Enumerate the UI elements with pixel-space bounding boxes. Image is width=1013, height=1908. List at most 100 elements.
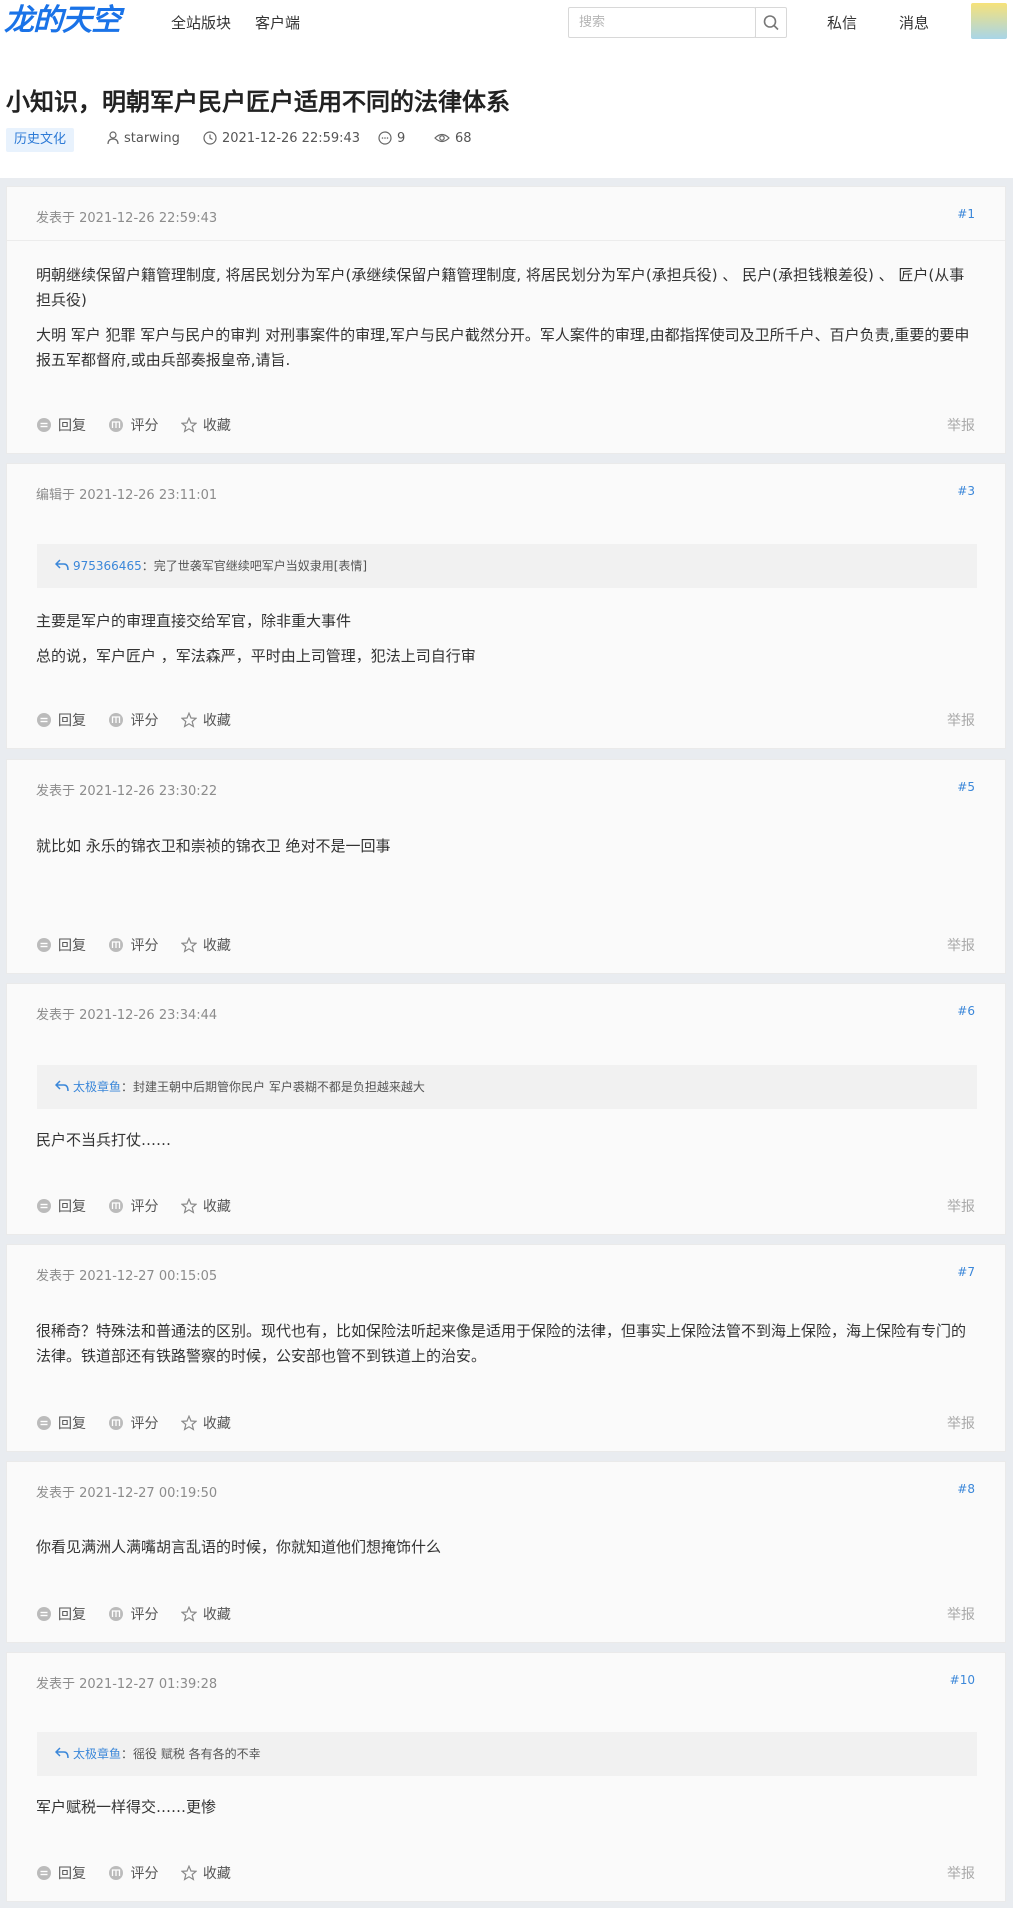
search-box	[568, 7, 757, 38]
rate-label: 评分	[130, 938, 159, 954]
post-floor[interactable]: #8	[957, 1482, 975, 1496]
post-floor[interactable]: #6	[957, 1004, 975, 1018]
favorite-label: 收藏	[202, 1866, 231, 1882]
rate-button[interactable]: 评分	[108, 415, 158, 435]
quote-block: 975366465：完了世袭军官继续吧军户当奴隶用[表情]	[37, 544, 977, 588]
reply-button[interactable]: 回复	[36, 415, 86, 435]
favorite-label: 收藏	[202, 1416, 231, 1432]
post-paragraph: 主要是军户的审理直接交给军官，除非重大事件	[36, 612, 352, 630]
category-tag[interactable]: 历史文化	[6, 128, 75, 152]
favorite-button[interactable]: 收藏	[180, 1863, 231, 1883]
post-actions: 回复 评分 收藏	[36, 1604, 249, 1624]
star-icon	[180, 1864, 198, 1881]
reply-icon	[37, 1199, 51, 1213]
rate-icon	[109, 1866, 124, 1880]
post-date: 发表于 2021-12-26 23:30:22	[36, 784, 218, 799]
post-floor[interactable]: #5	[957, 780, 975, 794]
post-floor[interactable]: #3	[957, 484, 975, 498]
eye-icon	[434, 133, 450, 143]
star-icon	[180, 1414, 198, 1431]
report-button[interactable]: 举报	[947, 1863, 975, 1883]
post-date: 发表于 2021-12-26 22:59:43	[36, 211, 218, 226]
user-icon	[107, 131, 119, 145]
star-icon	[180, 416, 198, 433]
search-icon	[763, 15, 779, 31]
quote-user[interactable]: 975366465	[73, 559, 142, 573]
reply-arrow-icon	[54, 1747, 69, 1759]
reply-button[interactable]: 回复	[36, 1604, 86, 1624]
post-body: 军户赋税一样得交……更惨	[36, 1795, 971, 1830]
site-logo[interactable]: 龙的天空	[4, 2, 121, 40]
rate-button[interactable]: 评分	[108, 935, 158, 955]
star-icon	[180, 936, 198, 953]
reply-arrow-icon	[54, 1080, 69, 1092]
page-title: 小知识，明朝军户民户匠户适用不同的法律体系	[6, 88, 510, 116]
quote-user[interactable]: 太极章鱼	[73, 1747, 121, 1761]
post-floor[interactable]: #10	[950, 1673, 975, 1687]
thread-author[interactable]: starwing	[107, 131, 180, 146]
quote-block: 太极章鱼：徭役 赋税 各有各的不幸	[37, 1732, 977, 1776]
reply-label: 回复	[58, 713, 86, 729]
post-date: 发表于 2021-12-26 23:34:44	[36, 1008, 218, 1023]
favorite-button[interactable]: 收藏	[180, 1196, 231, 1216]
reply-label: 回复	[58, 1199, 86, 1215]
favorite-button[interactable]: 收藏	[180, 1604, 231, 1624]
favorite-label: 收藏	[202, 1199, 231, 1215]
report-button[interactable]: 举报	[947, 1604, 975, 1624]
post-paragraph: 很稀奇？特殊法和普通法的区别。现代也有，比如保险法听起来像是适用于保险的法律，但…	[36, 1322, 967, 1365]
rate-label: 评分	[130, 1607, 159, 1623]
rate-button[interactable]: 评分	[108, 1413, 158, 1433]
search-button[interactable]	[755, 7, 787, 38]
star-icon	[180, 1197, 198, 1214]
nav-all-boards[interactable]: 全站版块	[171, 12, 231, 33]
report-button[interactable]: 举报	[947, 1196, 975, 1216]
post-actions: 回复 评分 收藏	[36, 1863, 249, 1883]
favorite-button[interactable]: 收藏	[180, 935, 231, 955]
reply-button[interactable]: 回复	[36, 710, 86, 730]
reply-button[interactable]: 回复	[36, 935, 86, 955]
thread-time: 2021-12-26 22:59:43	[203, 131, 360, 146]
report-button[interactable]: 举报	[947, 1413, 975, 1433]
report-button[interactable]: 举报	[947, 415, 975, 435]
star-icon	[180, 1605, 198, 1622]
reply-button[interactable]: 回复	[36, 1863, 86, 1883]
reply-icon	[37, 418, 51, 432]
post-date: 发表于 2021-12-27 00:19:50	[36, 1486, 218, 1501]
report-button[interactable]: 举报	[947, 710, 975, 730]
comment-icon	[378, 131, 392, 145]
rate-button[interactable]: 评分	[108, 1863, 158, 1883]
reply-icon	[37, 938, 51, 952]
post-body: 很稀奇？特殊法和普通法的区别。现代也有，比如保险法听起来像是适用于保险的法律，但…	[36, 1319, 971, 1379]
quote-block: 太极章鱼：封建王朝中后期管你民户 军户裘糊不都是负担越来越大	[37, 1065, 977, 1109]
avatar[interactable]	[971, 3, 1007, 39]
report-button[interactable]: 举报	[947, 935, 975, 955]
reply-button[interactable]: 回复	[36, 1196, 86, 1216]
top-navbar: 龙的天空 全站版块 客户端 私信 消息	[0, 0, 1013, 44]
rate-button[interactable]: 评分	[108, 710, 158, 730]
nav-client[interactable]: 客户端	[255, 12, 300, 33]
post-card: 发表于 2021-12-26 22:59:43 #1 明朝继续保留户籍管理制度,…	[6, 186, 1006, 454]
nav-notifications[interactable]: 消息	[899, 12, 929, 33]
favorite-button[interactable]: 收藏	[180, 710, 231, 730]
rate-button[interactable]: 评分	[108, 1604, 158, 1624]
post-date: 发表于 2021-12-27 00:15:05	[36, 1269, 218, 1284]
divider	[7, 240, 1005, 241]
reply-label: 回复	[58, 938, 86, 954]
quote-text: ：完了世袭军官继续吧军户当奴隶用[表情]	[141, 559, 368, 573]
post-body: 民户不当兵打仗……	[36, 1128, 971, 1163]
post-card: 发表于 2021-12-27 00:19:50 #8 你看见满洲人满嘴胡言乱语的…	[6, 1461, 1006, 1643]
post-floor[interactable]: #7	[957, 1265, 975, 1279]
post-floor[interactable]: #1	[957, 207, 975, 221]
search-input[interactable]	[569, 8, 757, 37]
quote-user[interactable]: 太极章鱼	[73, 1080, 121, 1094]
reply-icon	[37, 1416, 51, 1430]
reply-button[interactable]: 回复	[36, 1413, 86, 1433]
rate-button[interactable]: 评分	[108, 1196, 158, 1216]
favorite-button[interactable]: 收藏	[180, 1413, 231, 1433]
post-paragraph: 明朝继续保留户籍管理制度, 将居民划分为军户(承继续保留户籍管理制度, 将居民划…	[36, 266, 965, 309]
post-actions: 回复 评分 收藏	[36, 935, 249, 955]
favorite-button[interactable]: 收藏	[180, 415, 231, 435]
nav-private-message[interactable]: 私信	[827, 12, 857, 33]
favorite-label: 收藏	[202, 938, 231, 954]
rate-label: 评分	[130, 1199, 159, 1215]
